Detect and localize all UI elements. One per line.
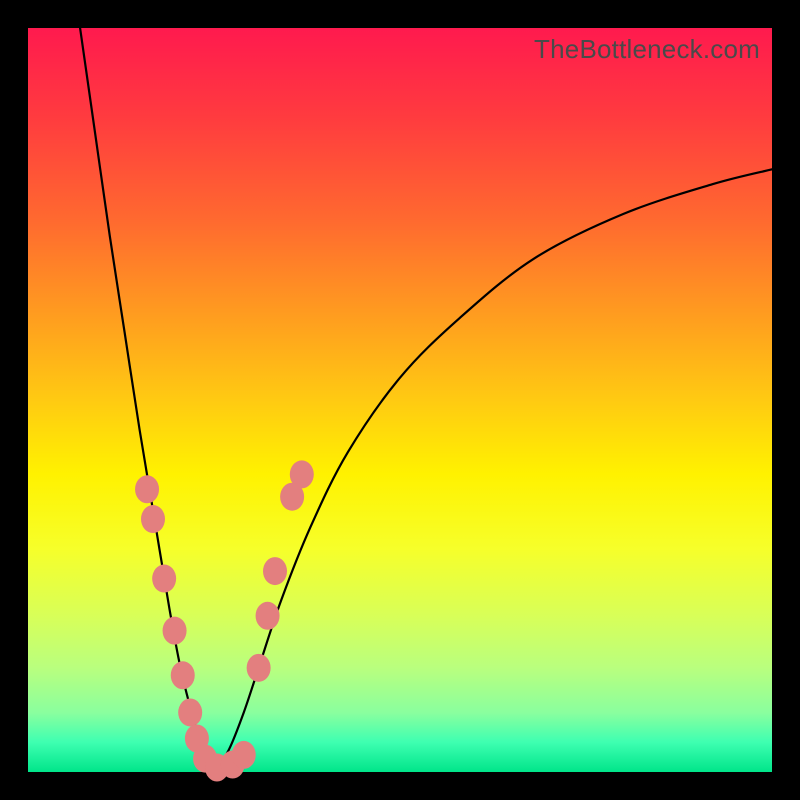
data-marker [290,460,314,488]
data-marker [152,565,176,593]
data-marker [141,505,165,533]
data-marker [247,654,271,682]
data-marker [171,661,195,689]
plot-area: TheBottleneck.com [28,28,772,772]
data-marker [163,617,187,645]
chart-frame: TheBottleneck.com [0,0,800,800]
curve-left-branch [80,28,214,772]
data-marker [263,557,287,585]
marker-group [135,460,314,781]
data-marker [256,602,280,630]
data-marker [135,475,159,503]
data-marker [232,741,256,769]
chart-svg [28,28,772,772]
data-marker [178,698,202,726]
